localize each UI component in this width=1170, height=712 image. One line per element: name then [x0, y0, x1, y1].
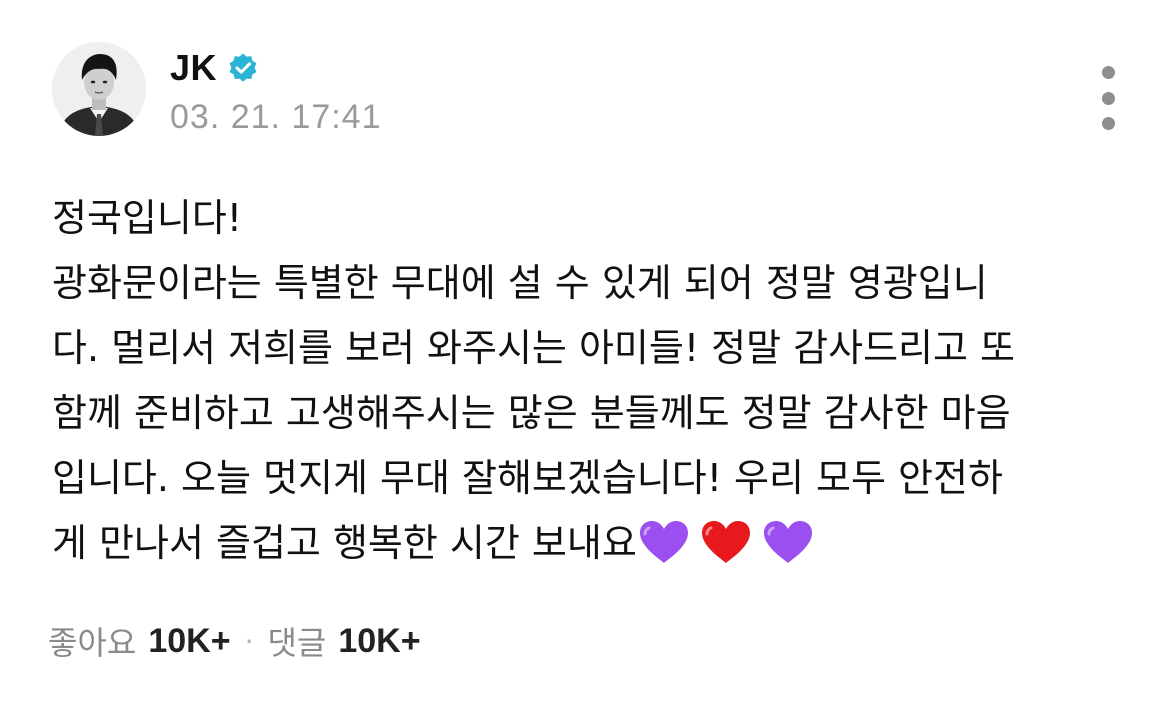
more-dot-icon: [1101, 66, 1115, 79]
likes-count: 10K+: [148, 621, 231, 660]
post-footer: 좋아요 10K+ · 댓글 10K+: [48, 616, 421, 666]
verified-badge-icon: [229, 53, 257, 82]
content-line: 광화문이라는 특별한 무대에 설 수 있게 되어 정말 영광입니: [52, 261, 988, 305]
author-name[interactable]: JK: [170, 47, 217, 89]
avatar-image: [52, 42, 146, 136]
post-content: 정국입니다! 광화문이라는 특별한 무대에 설 수 있게 되어 정말 영광입니 …: [52, 186, 1122, 576]
comments-button[interactable]: 댓글 10K+: [267, 618, 420, 664]
content-line: 함께 준비하고 고생해주시는 많은 분들께도 정말 감사한 마음: [52, 391, 1011, 435]
likes-button[interactable]: 좋아요 10K+: [48, 618, 231, 664]
content-line: 다. 멀리서 저희를 보러 와주시는 아미들! 정말 감사드리고 또: [52, 326, 1015, 370]
footer-separator: ·: [244, 624, 254, 658]
content-line: 입니다. 오늘 멋지게 무대 잘해보겠습니다! 우리 모두 안전하: [52, 456, 1003, 500]
author-row: JK: [170, 46, 259, 90]
post-header: JK 03. 21. 17:41: [52, 42, 1122, 138]
post-timestamp: 03. 21. 17:41: [170, 98, 382, 136]
emoji-group: [637, 521, 815, 565]
post-card: JK 03. 21. 17:41 정국입니다! 광화문이라는 특별한 무대에 설…: [0, 0, 1170, 712]
comments-count: 10K+: [338, 621, 421, 660]
more-dot-icon: [1101, 117, 1115, 130]
red-heart-icon: [701, 521, 750, 563]
content-line-last: 게 만나서 즐겁고 행복한 시간 보내요: [52, 511, 1122, 576]
purple-heart-icon: [763, 521, 812, 563]
more-options-button[interactable]: [1094, 66, 1122, 130]
likes-label: 좋아요: [48, 624, 137, 662]
avatar[interactable]: [52, 42, 146, 136]
more-dot-icon: [1101, 91, 1115, 105]
content-line-text: 게 만나서 즐겁고 행복한 시간 보내요: [52, 521, 637, 565]
purple-heart-icon: [639, 521, 688, 563]
comments-label: 댓글: [267, 624, 327, 662]
content-line: 정국입니다!: [52, 196, 243, 240]
